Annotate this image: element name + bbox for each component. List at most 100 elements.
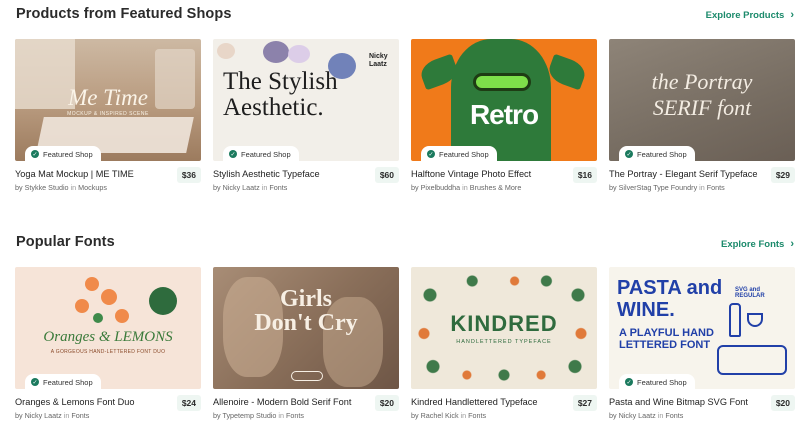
- seller-link[interactable]: Pixelbuddha: [421, 183, 461, 192]
- category-link[interactable]: Fonts: [269, 183, 287, 192]
- pansy-flower-shape: [288, 45, 310, 63]
- by-word: by: [213, 411, 221, 420]
- product-card[interactable]: KINDRED HANDLETTERED TYPEFACE Kindred Ha…: [411, 267, 597, 420]
- price-tag: $27: [572, 395, 597, 411]
- art-title: the Portray SERIF font: [651, 69, 753, 120]
- art-subtitle: A PLAYFUL HAND LETTERED FONT: [619, 327, 714, 351]
- badge-label: Featured Shop: [43, 377, 93, 387]
- product-thumbnail[interactable]: KINDRED HANDLETTERED TYPEFACE: [411, 267, 597, 389]
- product-title[interactable]: Kindred Handlettered Typeface: [411, 397, 561, 407]
- product-card[interactable]: Retro ✓ Featured Shop Halftone Vintage Ph…: [411, 39, 597, 192]
- leaf-shape: [93, 313, 103, 323]
- category-link[interactable]: Fonts: [71, 411, 89, 420]
- by-word: by: [15, 411, 23, 420]
- product-card[interactable]: PASTA and WINE. SVG and REGULAR A PLAYFU…: [609, 267, 795, 420]
- card-meta: Oranges & Lemons Font Duo by Nicky Laatz…: [15, 395, 201, 423]
- seller-link[interactable]: Rachel Kick: [421, 411, 459, 420]
- product-title[interactable]: Yoga Mat Mockup | ME TIME: [15, 169, 165, 179]
- foliage-decor: [451, 273, 557, 289]
- category-link[interactable]: Fonts: [468, 411, 486, 420]
- product-card[interactable]: the Portray SERIF font ✓ Featured Shop Th…: [609, 39, 795, 192]
- seller-link[interactable]: Stykke Studio: [25, 183, 69, 192]
- badge-label: Featured Shop: [637, 377, 687, 387]
- art-title: Girls Don't Cry: [254, 286, 358, 336]
- product-title[interactable]: Oranges & Lemons Font Duo: [15, 397, 165, 407]
- sticker-circle: [149, 287, 177, 315]
- card-meta: Halftone Vintage Photo Effect by Pixelbu…: [411, 167, 597, 197]
- verified-check-icon: ✓: [31, 150, 39, 158]
- in-word: in: [462, 183, 468, 192]
- table-doodle: [717, 345, 787, 375]
- wine-bottle-doodle: [729, 303, 741, 337]
- in-word: in: [657, 411, 664, 420]
- art-title: The Stylish Aesthetic.: [223, 68, 338, 121]
- wine-glass-doodle: [747, 313, 763, 327]
- orange-fruit-shape: [75, 299, 89, 313]
- art-subtitle: A GORGEOUS HAND-LETTERED FONT DUO: [50, 349, 166, 355]
- badge-label: Featured Shop: [43, 149, 93, 159]
- explore-label: Explore Products: [705, 9, 785, 21]
- in-word: in: [261, 183, 268, 192]
- product-thumbnail[interactable]: the Portray SERIF font ✓ Featured Shop: [609, 39, 795, 161]
- featured-shop-badge: ✓ Featured Shop: [619, 374, 695, 389]
- price-tag: $16: [572, 167, 597, 183]
- product-title[interactable]: Halftone Vintage Photo Effect: [411, 169, 561, 179]
- explore-products-link[interactable]: Explore Products ›: [706, 9, 794, 21]
- pansy-flower-shape: [217, 43, 235, 59]
- product-thumbnail[interactable]: PASTA and WINE. SVG and REGULAR A PLAYFU…: [609, 267, 795, 389]
- seller-link[interactable]: Nicky Laatz: [223, 183, 260, 192]
- art-title: Oranges & LEMONS: [43, 329, 173, 345]
- verified-check-icon: ✓: [625, 378, 633, 386]
- sunglasses-shape: [473, 73, 531, 91]
- product-title[interactable]: Pasta and Wine Bitmap SVG Font: [609, 397, 759, 407]
- verified-check-icon: ✓: [31, 378, 39, 386]
- featured-shop-badge: ✓ Featured Shop: [619, 146, 695, 161]
- explore-label: Explore Fonts: [720, 238, 785, 250]
- section-heading: Popular Fonts: [16, 234, 115, 250]
- badge-label: Featured Shop: [439, 149, 489, 159]
- art-title: PASTA and WINE.: [617, 277, 723, 321]
- product-thumbnail[interactable]: Girls Don't Cry: [213, 267, 399, 389]
- price-tag: $20: [770, 395, 795, 411]
- product-title[interactable]: Stylish Aesthetic Typeface: [213, 169, 363, 179]
- category-link[interactable]: Brushes & More: [470, 183, 522, 192]
- art-title: Retro: [469, 99, 539, 130]
- product-card[interactable]: Girls Don't Cry Allenoire - Modern Bold …: [213, 267, 399, 420]
- byline: by SilverStag Type Foundry in Fonts: [609, 183, 769, 192]
- in-word: in: [460, 411, 467, 420]
- byline: by Nicky Laatz in Fonts: [213, 183, 373, 192]
- product-thumbnail[interactable]: Retro ✓ Featured Shop: [411, 39, 597, 161]
- card-meta: Allenoire - Modern Bold Serif Font by Ty…: [213, 395, 399, 423]
- seller-link[interactable]: Nicky Laatz: [619, 411, 656, 420]
- seller-link[interactable]: Nicky Laatz: [25, 411, 62, 420]
- verified-check-icon: ✓: [625, 150, 633, 158]
- product-thumbnail[interactable]: The Stylish Aesthetic. Nicky Laatz ✓ Feat…: [213, 39, 399, 161]
- seller-link[interactable]: SilverStag Type Foundry: [619, 183, 698, 192]
- pansy-flower-shape: [263, 41, 289, 63]
- price-tag: $24: [176, 395, 201, 411]
- byline: by Nicky Laatz in Fonts: [15, 411, 175, 420]
- product-title[interactable]: Allenoire - Modern Bold Serif Font: [213, 397, 363, 407]
- product-card[interactable]: Me Time MOCKUP & INSPIRED SCENE ✓ Feature…: [15, 39, 201, 192]
- product-thumbnail[interactable]: Oranges & LEMONS A GORGEOUS HAND-LETTERE…: [15, 267, 201, 389]
- by-word: by: [609, 183, 617, 192]
- verified-check-icon: ✓: [427, 150, 435, 158]
- section-heading: Products from Featured Shops: [16, 6, 232, 22]
- orange-fruit-shape: [101, 289, 117, 305]
- badge-label: Featured Shop: [637, 149, 687, 159]
- category-link[interactable]: Mockups: [78, 183, 107, 192]
- product-thumbnail[interactable]: Me Time MOCKUP & INSPIRED SCENE ✓ Feature…: [15, 39, 201, 161]
- featured-shop-badge: ✓ Featured Shop: [421, 146, 497, 161]
- category-link[interactable]: Fonts: [665, 411, 683, 420]
- orange-fruit-shape: [85, 277, 99, 291]
- category-link[interactable]: Fonts: [707, 183, 725, 192]
- product-card[interactable]: Oranges & LEMONS A GORGEOUS HAND-LETTERE…: [15, 267, 201, 420]
- byline: by Rachel Kick in Fonts: [411, 411, 571, 420]
- category-link[interactable]: Fonts: [286, 411, 304, 420]
- explore-fonts-link[interactable]: Explore Fonts ›: [721, 238, 794, 250]
- product-card[interactable]: The Stylish Aesthetic. Nicky Laatz ✓ Feat…: [213, 39, 399, 192]
- seller-link[interactable]: Typetemp Studio: [222, 411, 276, 420]
- product-title[interactable]: The Portray - Elegant Serif Typeface: [609, 169, 759, 179]
- price-tag: $60: [374, 167, 399, 183]
- byline: by Pixelbuddha in Brushes & More: [411, 183, 571, 192]
